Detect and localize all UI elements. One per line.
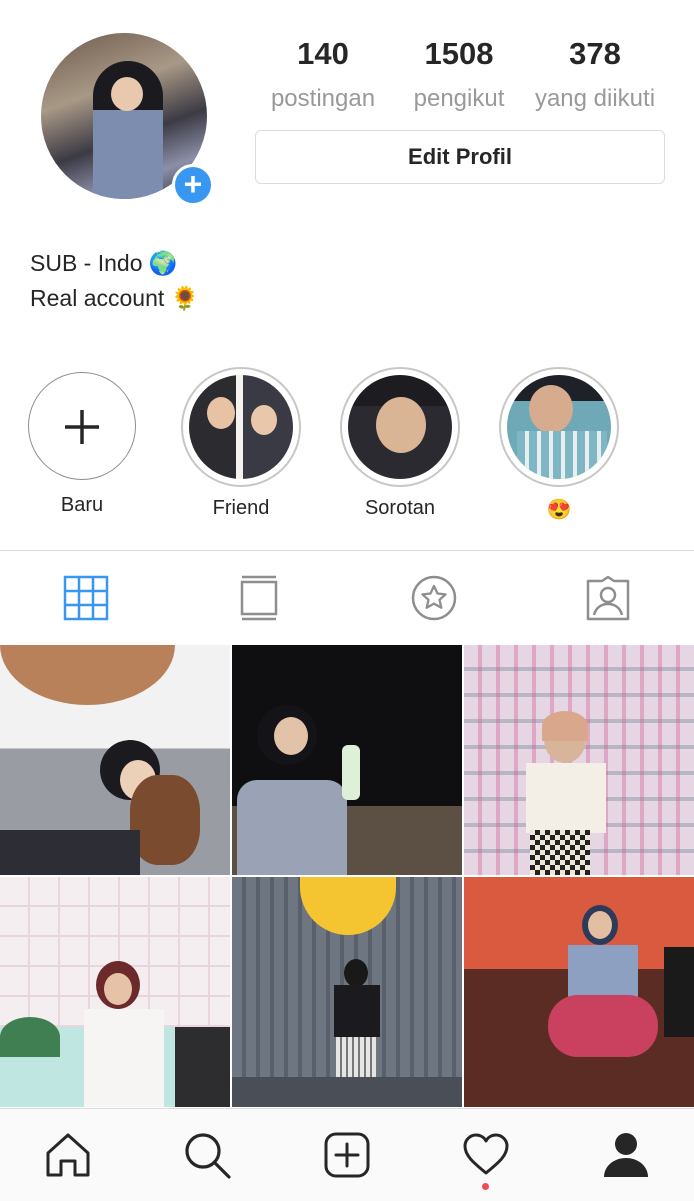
post-thumbnail[interactable] [232, 877, 462, 1107]
followers-label: pengikut [413, 85, 505, 112]
highlight-cover-image [189, 375, 293, 479]
profile-icon [604, 1133, 648, 1177]
followers-count: 1508 [424, 36, 494, 71]
posts-count: 140 [297, 36, 349, 71]
highlight-label: Sorotan [364, 497, 436, 519]
add-story-button[interactable]: + [172, 164, 214, 206]
tagged-icon [586, 575, 630, 621]
nav-profile[interactable] [600, 1129, 652, 1181]
post-thumbnail[interactable] [464, 645, 694, 875]
nav-activity[interactable] [460, 1129, 512, 1190]
tab-saved[interactable] [409, 573, 459, 623]
edit-profile-button[interactable]: Edit Profil [255, 130, 665, 184]
highlight-sorotan[interactable]: Sorotan [338, 367, 462, 520]
nav-home[interactable] [42, 1129, 94, 1181]
search-icon [185, 1133, 231, 1179]
following-stat[interactable]: 378 yang diikuti [530, 36, 660, 116]
highlight-cover-image [348, 375, 452, 479]
following-label: yang diikuti [534, 85, 656, 112]
post-thumbnail[interactable] [464, 877, 694, 1107]
nav-add-post[interactable] [321, 1129, 373, 1181]
tab-grid[interactable] [61, 573, 111, 623]
highlight-label: 😍 [546, 499, 572, 521]
feed-icon [240, 575, 278, 621]
saved-star-icon [411, 575, 457, 621]
post-thumbnail[interactable] [232, 645, 462, 875]
tab-feed[interactable] [234, 573, 284, 623]
posts-label: postingan [270, 85, 376, 112]
post-thumbnail[interactable] [0, 645, 230, 875]
notification-dot [482, 1183, 489, 1190]
highlight-cover-image [507, 375, 611, 479]
bio-line-1: SUB - Indo 🌍 [30, 250, 178, 276]
home-icon [46, 1133, 90, 1177]
bottom-nav [0, 1108, 694, 1201]
following-count: 378 [569, 36, 621, 71]
divider [0, 550, 694, 551]
post-thumbnail[interactable] [0, 877, 230, 1107]
highlight-label: Baru [60, 494, 104, 516]
highlight-emoji[interactable]: 😍 [497, 367, 621, 522]
nav-search[interactable] [181, 1129, 233, 1181]
activity-heart-icon [463, 1133, 509, 1175]
add-post-icon [324, 1132, 370, 1178]
tab-tagged[interactable] [583, 573, 633, 623]
followers-stat[interactable]: 1508 pengikut [394, 36, 524, 116]
posts-stat[interactable]: 140 postingan [258, 36, 388, 116]
highlight-label: Friend [212, 497, 270, 519]
grid-icon [63, 575, 109, 621]
highlight-friend[interactable]: Friend [179, 367, 303, 520]
highlight-new[interactable]: Baru [20, 372, 144, 517]
bio-line-2: Real account 🌻 [30, 285, 200, 311]
plus-icon [29, 373, 135, 479]
posts-grid [0, 645, 694, 1107]
avatar-face [111, 77, 143, 111]
